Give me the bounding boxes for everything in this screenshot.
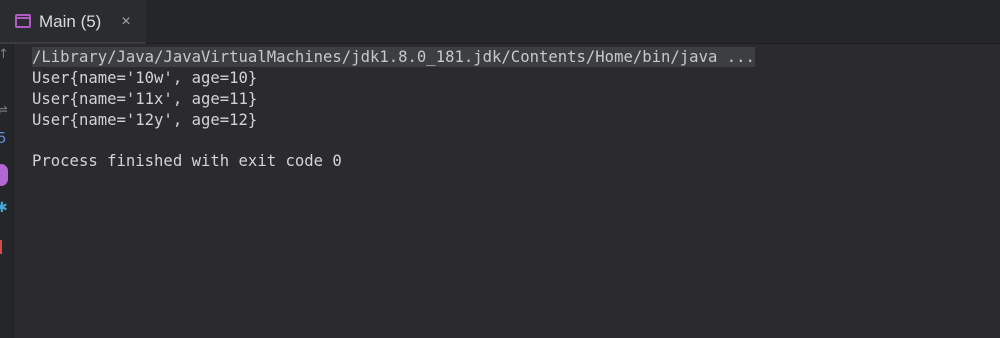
console-output-line: User{name='11x', age=11} bbox=[32, 90, 258, 108]
debug-icon[interactable]: ✱ bbox=[0, 200, 8, 216]
console-output[interactable]: /Library/Java/JavaVirtualMachines/jdk1.8… bbox=[14, 44, 1000, 338]
rerun-arrow-icon[interactable]: ↑ bbox=[0, 48, 12, 62]
tab-bar: Main (5) × bbox=[0, 0, 1000, 44]
stop-icon[interactable] bbox=[0, 164, 8, 186]
tab-main-label: Main (5) bbox=[39, 12, 102, 31]
close-icon[interactable]: × bbox=[119, 12, 133, 32]
console-window-icon bbox=[15, 14, 31, 28]
tab-main[interactable]: Main (5) × bbox=[0, 0, 146, 44]
console-command-line[interactable]: /Library/Java/JavaVirtualMachines/jdk1.8… bbox=[32, 47, 755, 67]
five-icon[interactable]: 5 bbox=[0, 130, 9, 146]
soft-wrap-icon[interactable]: ⇌ bbox=[0, 104, 11, 118]
run-tool-window: Main (5) × ↑ ⇌ 5 ✱ /Library/Java/JavaVir… bbox=[0, 0, 1000, 338]
console-gutter-toolbar: ↑ ⇌ 5 ✱ bbox=[0, 44, 14, 338]
console-output-line: User{name='10w', age=10} bbox=[32, 69, 258, 87]
console-exit-message: Process finished with exit code 0 bbox=[32, 152, 342, 170]
console-output-line: User{name='12y', age=12} bbox=[32, 111, 258, 129]
trash-icon[interactable] bbox=[0, 240, 2, 254]
